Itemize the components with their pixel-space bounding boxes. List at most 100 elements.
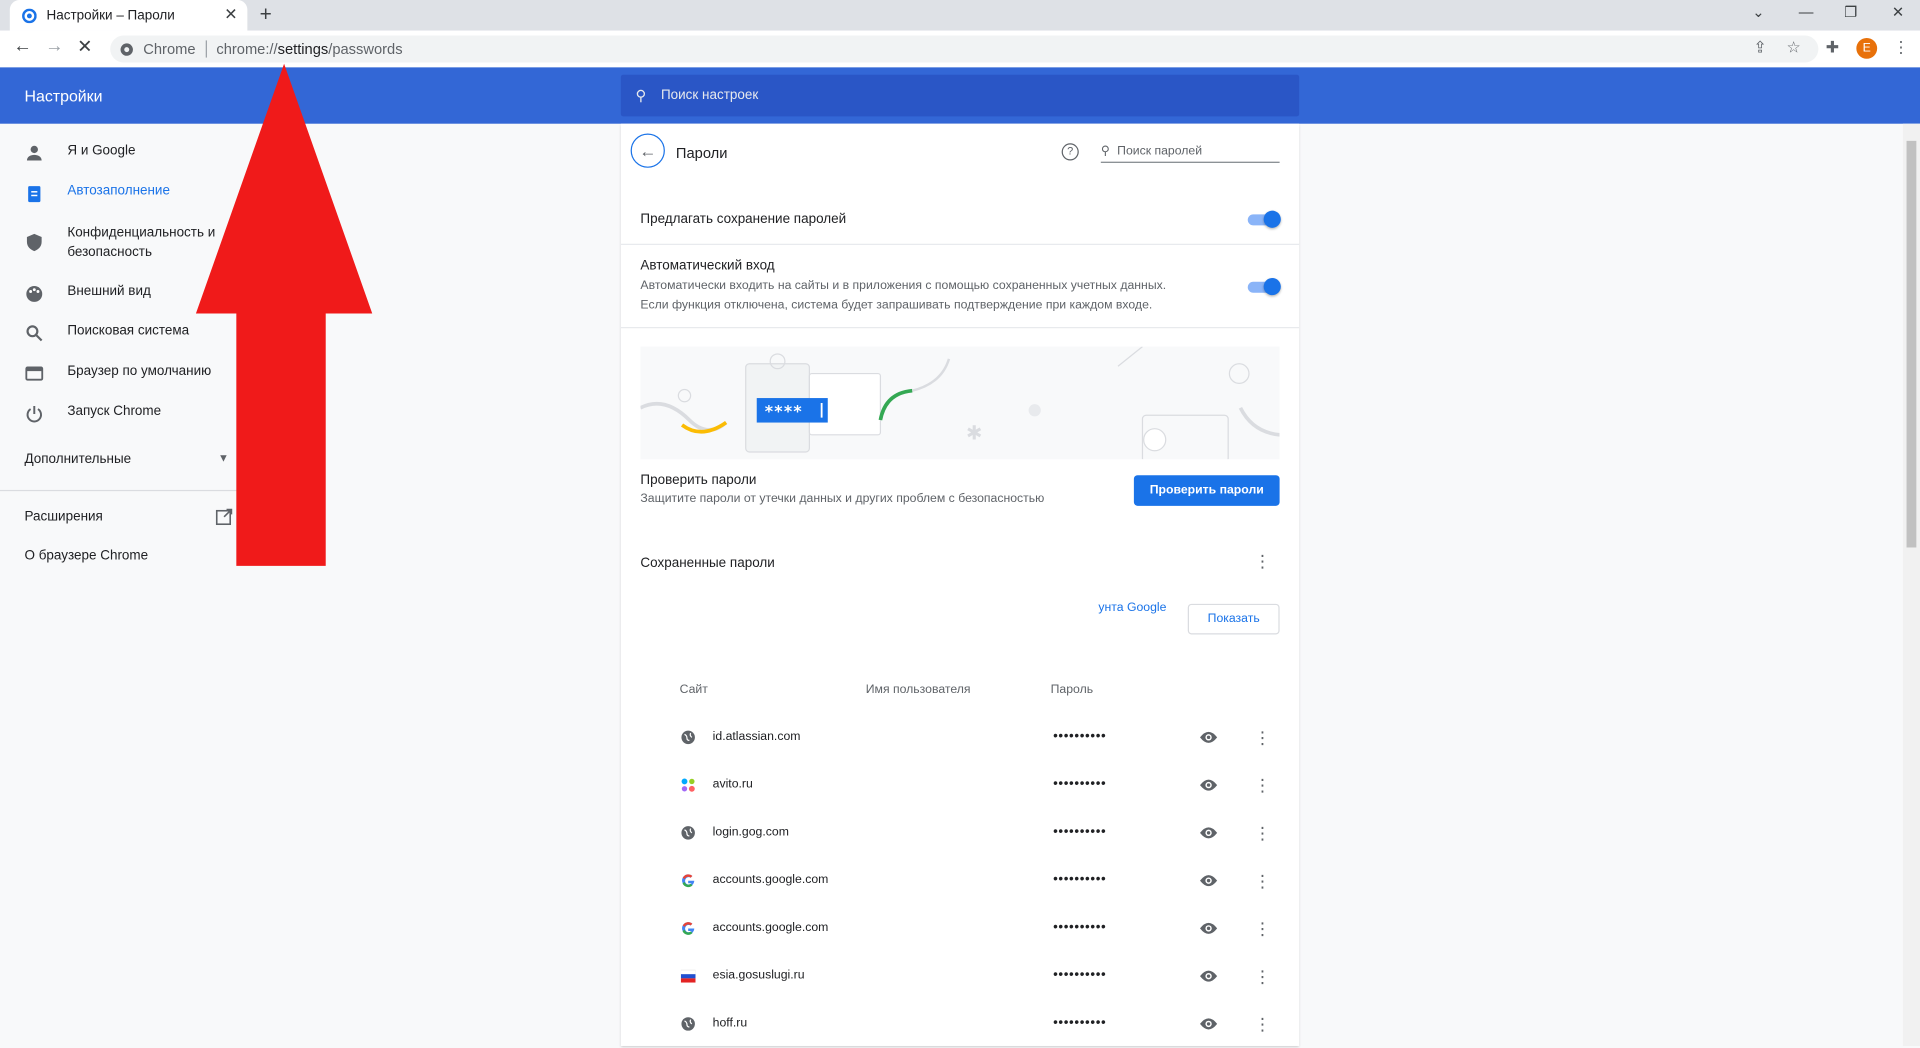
sidebar-advanced-label: Дополнительные: [24, 451, 132, 467]
password-row[interactable]: hoff.ru •••••••••• ⋮: [621, 1001, 1299, 1048]
settings-search-placeholder: Поиск настроек: [660, 88, 759, 103]
eye-icon[interactable]: [1199, 968, 1219, 985]
search-icon: ⚲: [635, 86, 647, 105]
eye-icon[interactable]: [1199, 872, 1219, 889]
search-icon: ⚲: [1100, 144, 1110, 158]
omnibox-separator: [205, 40, 207, 58]
eye-icon[interactable]: [1199, 777, 1219, 794]
browser-tab[interactable]: Настройки – Пароли ✕: [9, 0, 248, 31]
close-window-icon[interactable]: ✕: [1892, 4, 1904, 21]
sidebar-advanced[interactable]: Дополнительные ▼: [24, 452, 232, 467]
sidebar-item-you-and-google[interactable]: Я и Google: [24, 143, 232, 163]
back-icon[interactable]: ←: [13, 36, 31, 57]
password-row[interactable]: esia.gosuslugi.ru •••••••••• ⋮: [621, 953, 1299, 1001]
eye-icon[interactable]: [1199, 1015, 1219, 1032]
more-vert-icon[interactable]: ⋮: [1254, 729, 1271, 746]
settings-header: Настройки ⚲ Поиск настроек: [0, 67, 1920, 124]
close-tab-icon[interactable]: ✕: [224, 5, 237, 25]
check-passwords-title: Проверить пароли: [640, 472, 757, 488]
column-header-site: Сайт: [679, 683, 708, 697]
site-text: esia.gosuslugi.ru: [712, 968, 805, 983]
page-scrollbar[interactable]: [1902, 123, 1920, 1046]
restore-icon[interactable]: ❐: [1844, 4, 1857, 21]
passwords-card: ← Пароли ? ⚲ Поиск паролей Предлагать со…: [620, 123, 1300, 1048]
browser-toolbar: ← → ✕ Chrome chrome://settings/passwords…: [0, 30, 1920, 68]
sidebar-item-label: Я и Google: [67, 143, 136, 158]
masked-password: ••••••••••: [1053, 919, 1107, 935]
more-vert-icon[interactable]: ⋮: [1254, 968, 1271, 985]
person-icon: [26, 145, 42, 161]
password-row[interactable]: login.gog.com •••••••••• ⋮: [621, 810, 1299, 858]
more-vert-icon[interactable]: ⋮: [1254, 920, 1271, 937]
share-icon[interactable]: ⇪: [1753, 38, 1766, 58]
omnibox-site-chip: Chrome: [143, 40, 196, 58]
more-vert-icon[interactable]: ⋮: [1254, 777, 1271, 794]
chrome-logo-icon: [120, 42, 133, 56]
password-row[interactable]: accounts.google.com •••••••••• ⋮: [621, 905, 1299, 953]
sidebar-about-chrome[interactable]: О браузере Chrome: [24, 549, 148, 564]
sidebar-extensions[interactable]: Расширения: [24, 508, 233, 526]
site-text: id.atlassian.com: [712, 729, 801, 744]
settings-search-input[interactable]: ⚲ Поиск настроек: [620, 74, 1300, 117]
eye-icon[interactable]: [1199, 824, 1219, 841]
tab-search-icon[interactable]: ⌄: [1752, 4, 1764, 21]
password-row[interactable]: accounts.google.com •••••••••• ⋮: [621, 857, 1299, 905]
masked-password: ••••••••••: [1053, 728, 1107, 744]
browser-icon: [25, 366, 44, 381]
masked-password: ••••••••••: [1053, 776, 1107, 792]
eye-icon[interactable]: [1199, 729, 1219, 746]
settings-title: Настройки: [24, 86, 103, 106]
more-vert-icon[interactable]: ⋮: [1254, 1015, 1271, 1032]
sidebar-item-privacy[interactable]: Конфиденциальность и безопасность: [24, 223, 232, 262]
power-icon: [26, 406, 42, 423]
tab-title: Настройки – Пароли: [46, 7, 175, 23]
tab-strip: Настройки – Пароли ✕ + ⌄ — ❐ ✕: [0, 0, 1920, 31]
masked-password: ••••••••••: [1053, 967, 1107, 983]
password-row[interactable]: id.atlassian.com •••••••••• ⋮: [621, 714, 1299, 762]
settings-favicon-icon: [22, 7, 37, 23]
auto-signin-toggle[interactable]: [1247, 278, 1281, 296]
password-search-input[interactable]: ⚲ Поиск паролей: [1100, 141, 1280, 163]
new-tab-icon[interactable]: +: [260, 2, 272, 26]
scrollbar-thumb[interactable]: [1906, 140, 1917, 548]
back-arrow-icon[interactable]: ←: [630, 133, 665, 168]
sidebar-item-label: Внешний вид: [67, 284, 151, 299]
column-header-username: Имя пользователя: [865, 683, 971, 697]
divider: [620, 327, 1300, 329]
caret-down-icon: ▼: [217, 451, 229, 465]
sidebar-item-autofill[interactable]: Автозаполнение: [24, 184, 232, 204]
forward-icon[interactable]: →: [45, 36, 63, 57]
more-vert-icon[interactable]: ⋮: [1254, 552, 1271, 569]
bookmark-star-icon[interactable]: ☆: [1787, 38, 1801, 58]
more-vert-icon[interactable]: ⋮: [1254, 824, 1271, 841]
offer-save-toggle[interactable]: [1247, 210, 1281, 228]
sidebar-item-label: Конфиденциальность и безопасность: [67, 225, 216, 260]
profile-avatar[interactable]: E: [1856, 37, 1878, 59]
address-bar[interactable]: Chrome chrome://settings/passwords: [110, 35, 1819, 63]
sidebar-item-label: Поисковая система: [67, 323, 190, 339]
sidebar-item-search-engine[interactable]: Поисковая система: [24, 323, 232, 343]
site-text: login.gog.com: [712, 825, 789, 839]
sidebar-item-on-startup[interactable]: Запуск Chrome: [24, 404, 232, 424]
chrome-menu-icon[interactable]: ⋮: [1893, 38, 1909, 58]
divider: [620, 243, 1300, 245]
password-search-placeholder: Поиск паролей: [1117, 144, 1203, 158]
sidebar-divider: [0, 489, 245, 492]
sidebar-item-default-browser[interactable]: Браузер по умолчанию: [24, 364, 232, 384]
masked-password-text: ****: [764, 401, 802, 420]
help-icon[interactable]: ?: [1061, 143, 1079, 161]
eye-icon[interactable]: [1199, 920, 1219, 937]
saved-passwords-title: Сохраненные пароли: [640, 556, 775, 571]
password-row[interactable]: avito.ru •••••••••• ⋮: [621, 762, 1299, 810]
site-text: avito.ru: [712, 777, 753, 792]
illustration-graphic: **** ✱: [640, 346, 1280, 460]
extensions-puzzle-icon[interactable]: ✚: [1826, 38, 1839, 58]
account-link-fragment[interactable]: унта Google: [1098, 601, 1166, 614]
show-button[interactable]: Показать: [1187, 603, 1280, 635]
minimize-icon[interactable]: —: [1799, 4, 1814, 21]
stop-loading-icon[interactable]: ✕: [77, 36, 92, 58]
open-in-new-icon: [215, 508, 233, 526]
sidebar-item-appearance[interactable]: Внешний вид: [24, 284, 232, 304]
more-vert-icon[interactable]: ⋮: [1254, 872, 1271, 889]
check-passwords-button[interactable]: Проверить пароли: [1133, 475, 1280, 506]
